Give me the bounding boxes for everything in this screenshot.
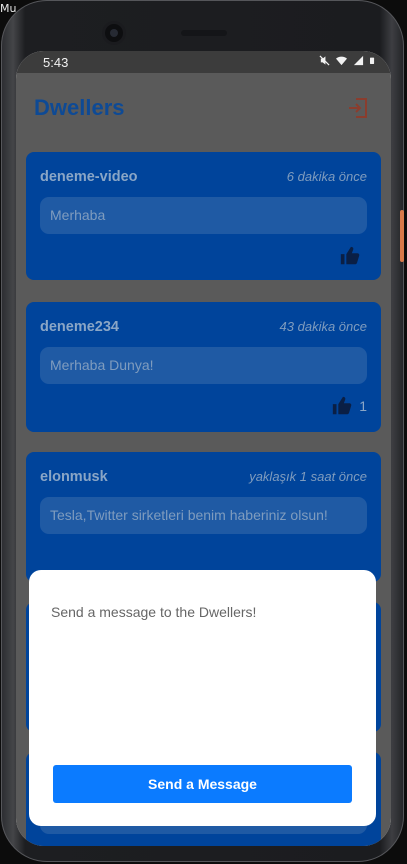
app-content: Dwellers deneme-video 6 dakika önce Merh…: [16, 73, 391, 846]
thumbs-up-icon[interactable]: [339, 245, 361, 267]
device-screen: 5:43 Dwellers deneme-video 6 dakika önce…: [16, 51, 391, 846]
compose-prompt[interactable]: Send a message to the Dwellers!: [51, 604, 256, 620]
app-title: Dwellers: [34, 95, 125, 120]
earpiece: [181, 30, 227, 36]
logout-icon[interactable]: [346, 96, 370, 120]
battery-icon: [370, 57, 375, 64]
post-likes: 1: [331, 395, 367, 417]
post-likes: [339, 245, 367, 267]
status-icons: [319, 55, 377, 66]
post-username[interactable]: elonmusk: [40, 469, 108, 485]
post-username[interactable]: deneme234: [40, 319, 119, 335]
wifi-icon: [336, 56, 347, 66]
post-message: Merhaba: [40, 197, 367, 234]
compose-modal: Send a message to the Dwellers! Send a M…: [29, 570, 376, 826]
status-time: 5:43: [43, 55, 69, 70]
post-time: yaklaşık 1 saat önce: [249, 469, 367, 484]
post-username[interactable]: deneme-video: [40, 169, 138, 185]
phone-frame: 5:43 Dwellers deneme-video 6 dakika önce…: [1, 0, 404, 862]
thumbs-up-icon[interactable]: [331, 395, 353, 417]
post-message: Merhaba Dunya!: [40, 347, 367, 384]
post-card: elonmusk yaklaşık 1 saat önce Tesla,Twit…: [26, 452, 381, 582]
post-time: 6 dakika önce: [286, 169, 367, 184]
post-message: Tesla,Twitter sirketleri benim haberiniz…: [40, 497, 367, 534]
like-count: 1: [359, 398, 367, 414]
signal-icon: [353, 55, 364, 66]
send-message-button[interactable]: Send a Message: [53, 765, 352, 803]
post-card: deneme-video 6 dakika önce Merhaba: [26, 152, 381, 280]
app-header: Dwellers: [16, 73, 391, 143]
front-camera: [105, 24, 123, 42]
post-card: deneme234 43 dakika önce Merhaba Dunya! …: [26, 302, 381, 432]
side-button[interactable]: [400, 210, 404, 262]
mute-icon: [319, 55, 330, 66]
status-bar: 5:43: [16, 51, 391, 73]
post-time: 43 dakika önce: [279, 319, 367, 334]
